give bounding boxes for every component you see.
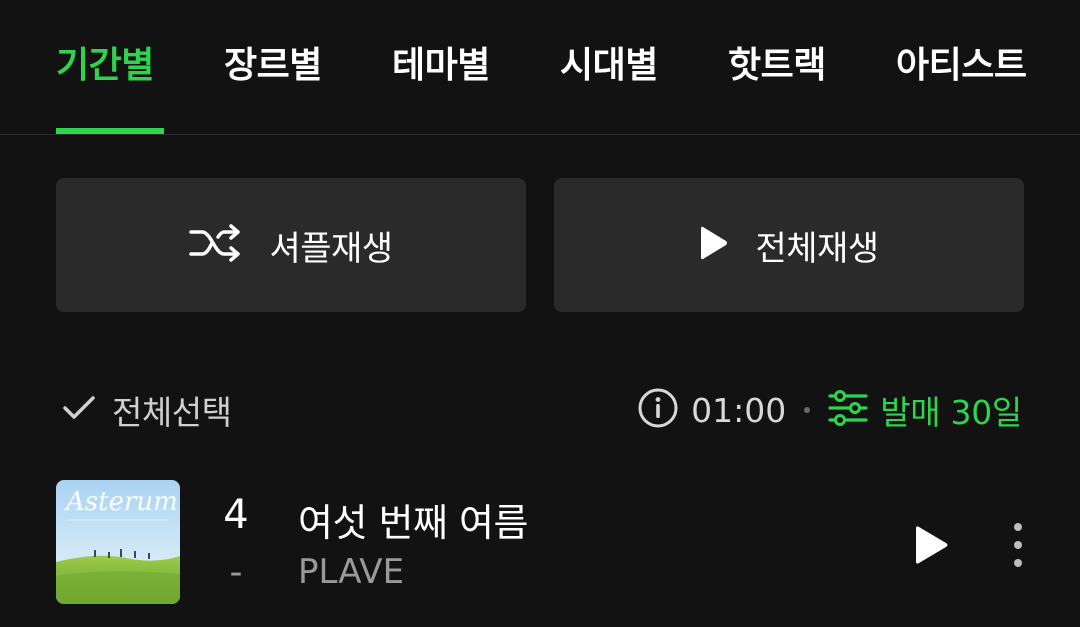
more-vertical-icon[interactable] [1000,520,1036,570]
shuffle-icon [189,223,243,267]
track-play-button[interactable] [906,520,956,570]
track-rank: 4 [223,492,249,538]
select-all-toggle[interactable]: 전체선택 [60,384,232,436]
shuffle-play-button[interactable]: 셔플재생 [56,178,526,312]
sliders-icon [828,389,868,431]
tab-artist[interactable]: 아티스트 [896,40,1027,92]
play-all-button[interactable]: 전체재생 [554,178,1024,312]
tab-genre[interactable]: 장르별 [224,40,322,92]
info-icon[interactable] [637,387,679,433]
rank-change: - [229,552,243,593]
separator-dot [804,407,811,413]
category-tabs: 기간별 장르별 테마별 시대별 핫트랙 아티스트 [0,0,1080,135]
tab-period[interactable]: 기간별 [56,40,154,92]
album-art[interactable]: Asterum [56,480,180,604]
chart-update-time: 01:00 [691,390,787,430]
shuffle-play-label: 셔플재생 [269,228,393,269]
active-tab-indicator [56,128,164,134]
album-art-text: Asterum [64,487,178,517]
track-row[interactable]: Asterum 4 - 여섯 번째 여름 PLAVE [0,470,1080,627]
tab-hot-track[interactable]: 핫트랙 [728,40,826,92]
release-filter-label: 발매 30일 [880,393,1022,432]
artist-name[interactable]: PLAVE [298,552,404,592]
song-title[interactable]: 여섯 번째 여름 [298,492,528,547]
tab-era[interactable]: 시대별 [560,40,658,92]
check-icon [60,393,98,427]
tab-theme[interactable]: 테마별 [392,40,490,92]
release-filter-button[interactable]: 발매 30일 [828,386,1022,434]
play-icon [699,224,729,266]
select-all-label: 전체선택 [112,393,232,432]
play-all-label: 전체재생 [755,228,879,269]
chart-options: 01:00 발매 30일 [637,384,1022,436]
